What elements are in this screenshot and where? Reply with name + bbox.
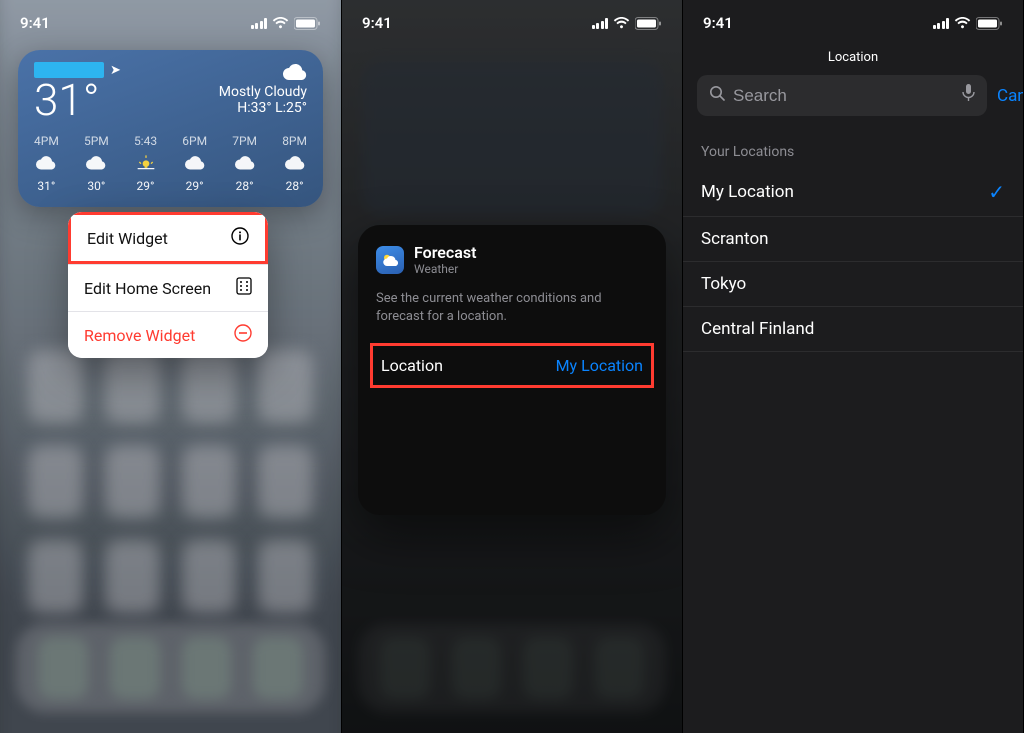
status-time: 9:41 xyxy=(703,14,733,32)
sunset-icon xyxy=(136,152,156,175)
cloud-icon xyxy=(185,152,205,175)
location-setting-value: My Location xyxy=(556,356,643,375)
config-header: Forecast Weather xyxy=(376,243,648,276)
checkmark-icon: ✓ xyxy=(988,180,1005,204)
cloud-icon xyxy=(219,62,307,84)
cellular-icon xyxy=(251,18,268,29)
widget-context-menu: Edit Widget Edit Home Screen Remove Widg… xyxy=(68,212,268,358)
remove-icon xyxy=(234,324,252,346)
sheet-title: Location xyxy=(683,50,1023,65)
cellular-icon xyxy=(592,18,609,29)
hour-time: 8PM xyxy=(282,134,307,148)
panel-widget-config: 9:41 Forecast Weather See the current we… xyxy=(341,0,682,733)
edit-home-label: Edit Home Screen xyxy=(84,279,211,298)
hour-slot: 5PM 30° xyxy=(84,134,109,193)
hour-temp: 29° xyxy=(186,179,204,193)
status-bar: 9:41 xyxy=(0,0,341,32)
panel-location-picker: 9:41 Location Cancel Your Locations My L… xyxy=(682,0,1023,733)
panel-widget-context: 9:41 ➤ 31° Mostly xyxy=(0,0,341,733)
hour-slot: 4PM 31° xyxy=(34,134,59,193)
widget-config-card: Forecast Weather See the current weather… xyxy=(358,225,666,515)
status-time: 9:41 xyxy=(362,14,392,32)
locations-list: My Location ✓ Scranton Tokyo Central Finland xyxy=(683,168,1023,352)
battery-icon xyxy=(976,17,1003,30)
hour-time: 7PM xyxy=(232,134,257,148)
hour-temp: 31° xyxy=(37,179,55,193)
status-bar: 9:41 xyxy=(683,0,1023,32)
wifi-icon xyxy=(613,17,630,29)
temperature-current: 31° xyxy=(34,78,121,122)
high-low-text: H:33° L:25° xyxy=(219,100,307,116)
status-time: 9:41 xyxy=(20,14,50,32)
cloud-icon xyxy=(36,152,56,175)
edit-home-item[interactable]: Edit Home Screen xyxy=(68,264,268,311)
config-description: See the current weather conditions and f… xyxy=(376,290,648,325)
hour-temp: 28° xyxy=(286,179,304,193)
weather-app-icon xyxy=(376,246,404,274)
hour-time: 5:43 xyxy=(134,134,157,148)
cellular-icon xyxy=(933,18,950,29)
cloud-icon xyxy=(235,152,255,175)
hour-slot: 8PM 28° xyxy=(282,134,307,193)
hour-temp: 29° xyxy=(137,179,155,193)
edit-widget-item[interactable]: Edit Widget xyxy=(68,212,268,264)
wifi-icon xyxy=(954,17,971,29)
location-name: My Location xyxy=(701,182,794,202)
hour-time: 5PM xyxy=(84,134,109,148)
section-header: Your Locations xyxy=(683,126,1023,168)
battery-icon xyxy=(294,17,321,30)
dock-blur xyxy=(16,623,325,713)
remove-widget-item[interactable]: Remove Widget xyxy=(68,311,268,358)
search-input[interactable] xyxy=(733,86,954,106)
location-name: Scranton xyxy=(701,229,769,249)
hour-temp: 28° xyxy=(236,179,254,193)
info-icon xyxy=(231,227,249,249)
remove-widget-label: Remove Widget xyxy=(84,326,195,345)
config-subtitle: Weather xyxy=(414,262,476,276)
location-item[interactable]: My Location ✓ xyxy=(683,168,1023,217)
battery-icon xyxy=(635,17,662,30)
status-bar: 9:41 xyxy=(342,0,682,32)
location-name: Tokyo xyxy=(701,274,746,294)
location-arrow-icon: ➤ xyxy=(110,63,121,78)
weather-widget[interactable]: ➤ 31° Mostly Cloudy H:33° L:25° 4PM 31° 5… xyxy=(18,50,323,207)
location-setting-row[interactable]: Location My Location xyxy=(370,343,654,388)
hour-slot: 6PM 29° xyxy=(182,134,207,193)
mic-icon[interactable] xyxy=(962,84,975,107)
location-setting-label: Location xyxy=(381,356,443,375)
wifi-icon xyxy=(272,17,289,29)
config-title: Forecast xyxy=(414,243,476,262)
hour-time: 4PM xyxy=(34,134,59,148)
location-item[interactable]: Tokyo xyxy=(683,262,1023,307)
hour-temp: 30° xyxy=(87,179,105,193)
cloud-icon xyxy=(285,152,305,175)
hour-time: 6PM xyxy=(182,134,207,148)
cloud-icon xyxy=(86,152,106,175)
hour-slot: 7PM 28° xyxy=(232,134,257,193)
edit-widget-label: Edit Widget xyxy=(87,229,168,248)
hourly-forecast: 4PM 31°5PM 30°5:43 29°6PM 29°7PM 28°8PM … xyxy=(34,134,307,193)
location-item[interactable]: Central Finland xyxy=(683,307,1023,352)
search-field[interactable] xyxy=(697,75,987,116)
condition-text: Mostly Cloudy xyxy=(219,84,307,100)
apps-icon xyxy=(236,277,252,299)
search-icon xyxy=(709,85,725,106)
location-name: Central Finland xyxy=(701,319,814,339)
hour-slot: 5:43 29° xyxy=(134,134,157,193)
cancel-button[interactable]: Cancel xyxy=(997,86,1023,106)
location-item[interactable]: Scranton xyxy=(683,217,1023,262)
